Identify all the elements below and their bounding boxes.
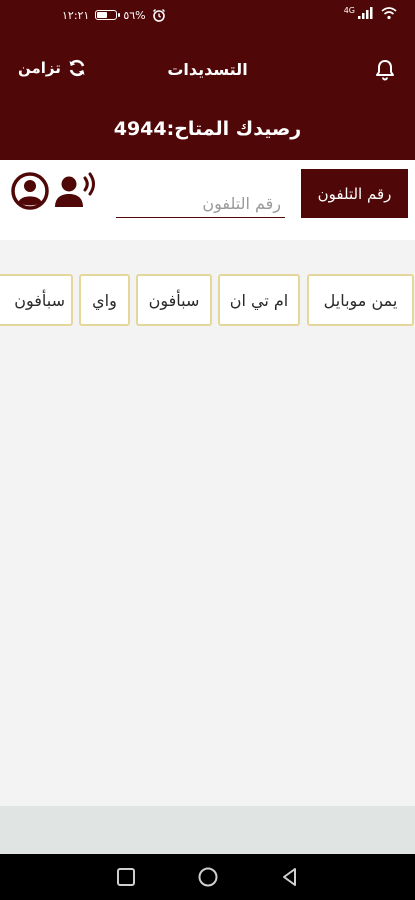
status-right: 4G (344, 6, 397, 20)
balance-text: رصيدك المتاح:4944 (113, 118, 302, 140)
alarm-icon (152, 9, 165, 22)
operator-chip[interactable]: ام تي ان (218, 274, 300, 326)
operator-chip[interactable]: سبأفون (136, 274, 212, 326)
home-icon[interactable] (197, 866, 219, 888)
phone-number-input[interactable] (116, 190, 285, 218)
battery-icon (95, 10, 121, 20)
page-title: التسديدات (167, 60, 248, 79)
status-bar: ١٢:٢١ ٥٦% 4G (0, 0, 415, 30)
network-type: 4G (343, 5, 355, 15)
app-bar: تزامن التسديدات رصيدك المتاح:4944 (0, 30, 415, 160)
contacts-icon[interactable] (10, 171, 50, 211)
phone-number-button[interactable]: رقم التلفون (301, 169, 408, 218)
operator-chip[interactable]: واي (79, 274, 130, 326)
operator-list: يمن موبايل ام تي ان سبأفون واي سبأفون (0, 274, 415, 328)
operator-chip[interactable]: يمن موبايل (307, 274, 414, 326)
navigation-bar (0, 854, 415, 900)
status-left: ١٢:٢١ ٥٦% (62, 8, 166, 22)
recents-icon[interactable] (115, 866, 137, 888)
back-icon[interactable] (279, 866, 301, 888)
battery-fill (97, 12, 107, 18)
wifi-icon (381, 7, 397, 20)
bottom-strip (0, 806, 415, 854)
voice-icon[interactable] (54, 171, 100, 211)
status-time: ١٢:٢١ (62, 8, 90, 22)
battery-percent: ٥٦% (123, 8, 146, 22)
bell-icon (376, 60, 394, 81)
operator-chip[interactable]: سبأفون (0, 274, 73, 326)
notifications-button[interactable] (373, 58, 397, 82)
signal-icon (358, 7, 373, 19)
